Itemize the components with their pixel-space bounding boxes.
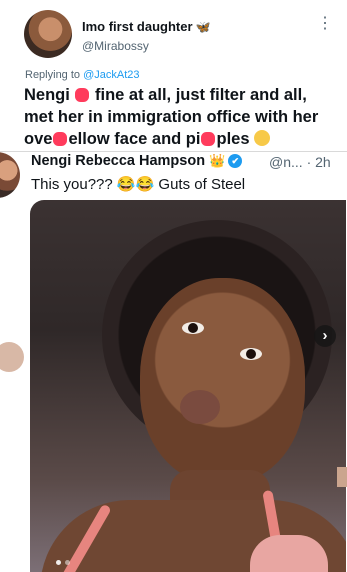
photo-lips [180,390,220,424]
photo-top [250,535,328,572]
photo-eye [182,322,204,334]
quoted-author-avatar[interactable] [0,152,20,198]
carousel-indicator [56,552,74,570]
photo-eye [240,348,262,360]
carousel-next-button[interactable]: › [314,325,336,347]
quoted-photo[interactable]: › [30,200,346,572]
quoted-text: This you??? 😂😂 Guts of Steel [31,176,246,193]
background-blur [337,467,347,487]
author-name[interactable]: Imo first daughter 🦋 [82,19,210,34]
carousel-dot-active [56,560,61,565]
author-handle[interactable]: @Mirabossy [82,39,149,53]
background-blur [0,342,24,372]
verified-badge-icon: ✔ [228,154,243,168]
redaction-mark [53,132,68,146]
redaction-mark [201,132,216,146]
mention-link[interactable]: @JackAt23 [83,69,139,81]
photo-face [140,278,305,483]
tweet-text: Nengi fine at all, just filter and all, … [24,86,319,148]
replying-to: Replying to @JackAt23 [25,69,140,81]
butterfly-icon: 🦋 [195,20,211,34]
author-avatar[interactable] [24,10,72,58]
more-options-icon[interactable]: ⋮ [317,16,333,32]
laughing-emoji-icon: 😂😂 [116,176,155,193]
crown-icon: 👑 [209,153,226,168]
redaction-mark [75,88,90,102]
quoted-handle-time: @n... · 2h [269,154,331,170]
quoted-tweet[interactable]: Nengi Rebecca Hampson 👑 ✔ @n... · 2h This … [0,152,347,572]
reply-tweet: Imo first daughter 🦋 @Mirabossy ⋮ Replyin… [0,0,347,150]
carousel-dot [65,560,70,565]
grimacing-emoji-icon [254,130,271,146]
quoted-author-name[interactable]: Nengi Rebecca Hampson 👑 ✔ [31,153,243,169]
